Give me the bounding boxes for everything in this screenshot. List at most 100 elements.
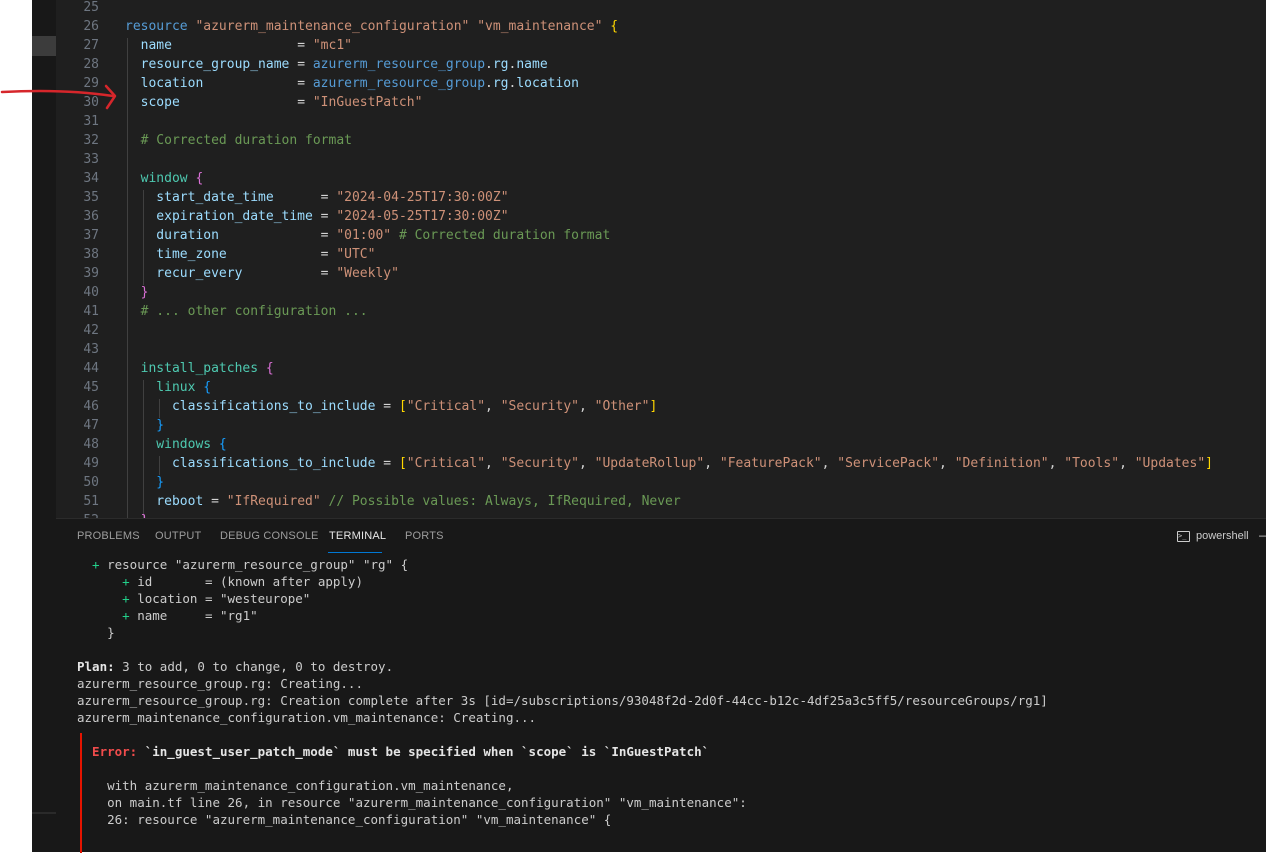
terminal-shell-name[interactable]: powershell bbox=[1196, 530, 1249, 542]
code-text: scope = "InGuestPatch" bbox=[125, 95, 423, 110]
terminal-line: azurerm_resource_group.rg: Creation comp… bbox=[77, 693, 1048, 708]
line-number: 41 bbox=[83, 304, 99, 319]
code-text: windows { bbox=[125, 437, 227, 452]
code-line[interactable]: 42 bbox=[56, 321, 1266, 340]
line-number: 42 bbox=[83, 323, 99, 338]
code-line[interactable]: 50 } bbox=[56, 473, 1266, 492]
terminal-line: azurerm_maintenance_configuration.vm_mai… bbox=[77, 710, 537, 725]
line-number: 52 bbox=[56, 511, 99, 518]
line-number: 44 bbox=[83, 361, 99, 376]
terminal-line: + name = "rg1" bbox=[77, 608, 258, 623]
terminal-line: 26: resource "azurerm_maintenance_config… bbox=[77, 812, 612, 827]
code-line[interactable]: 37 duration = "01:00" # Corrected durati… bbox=[56, 226, 1266, 245]
line-number: 43 bbox=[83, 342, 99, 357]
code-line[interactable]: 36 expiration_date_time = "2024-05-25T17… bbox=[56, 207, 1266, 226]
tab-problems[interactable]: PROBLEMS bbox=[77, 530, 140, 542]
code-text: name = "mc1" bbox=[125, 38, 352, 53]
terminal-line: + id = (known after apply) bbox=[77, 574, 363, 589]
terminal-line: azurerm_resource_group.rg: Creating... bbox=[77, 676, 363, 691]
activity-bar bbox=[32, 0, 56, 852]
code-text: location = azurerm_resource_group.rg.loc… bbox=[125, 76, 579, 91]
tab-terminal[interactable]: TERMINAL bbox=[329, 530, 386, 542]
code-text: window { bbox=[125, 171, 204, 186]
line-number: 36 bbox=[83, 209, 99, 224]
code-line[interactable]: 48 windows { bbox=[56, 435, 1266, 454]
activity-bar-divider bbox=[32, 812, 56, 814]
active-tab-indicator bbox=[328, 552, 382, 553]
terminal-line: Error: `in_guest_user_patch_mode` must b… bbox=[77, 744, 710, 759]
line-number: 25 bbox=[83, 0, 99, 15]
code-line[interactable]: 41 # ... other configuration ... bbox=[56, 302, 1266, 321]
code-line[interactable]: 45 linux { bbox=[56, 378, 1266, 397]
terminal-line: Plan: 3 to add, 0 to change, 0 to destro… bbox=[77, 659, 394, 674]
line-number: 46 bbox=[83, 399, 99, 414]
screenshot-margin bbox=[0, 0, 32, 852]
code-text: } bbox=[125, 285, 149, 300]
code-text: expiration_date_time = "2024-05-25T17:30… bbox=[125, 209, 509, 224]
error-indicator-bar bbox=[80, 733, 82, 853]
code-text: start_date_time = "2024-04-25T17:30:00Z" bbox=[125, 190, 509, 205]
terminal-icon[interactable]: >_ bbox=[1177, 531, 1190, 542]
code-text: classifications_to_include = ["Critical"… bbox=[125, 456, 1213, 471]
bottom-panel: PROBLEMS OUTPUT DEBUG CONSOLE TERMINAL P… bbox=[56, 518, 1266, 853]
line-number: 37 bbox=[83, 228, 99, 243]
tab-debug-console[interactable]: DEBUG CONSOLE bbox=[220, 530, 319, 542]
code-line[interactable]: 25 bbox=[56, 0, 1266, 17]
terminal-line: } bbox=[77, 625, 115, 640]
code-line[interactable]: 35 start_date_time = "2024-04-25T17:30:0… bbox=[56, 188, 1266, 207]
code-text: resource_group_name = azurerm_resource_g… bbox=[125, 57, 548, 72]
code-line[interactable]: 38 time_zone = "UTC" bbox=[56, 245, 1266, 264]
code-text: # Corrected duration format bbox=[125, 133, 352, 148]
code-text: install_patches { bbox=[125, 361, 274, 376]
code-line[interactable]: 26 resource "azurerm_maintenance_configur… bbox=[56, 17, 1266, 36]
code-text: } bbox=[125, 511, 149, 518]
code-line[interactable]: 39 recur_every = "Weekly" bbox=[56, 264, 1266, 283]
code-line[interactable]: 43 bbox=[56, 340, 1266, 359]
line-number: 49 bbox=[83, 456, 99, 471]
line-number: 47 bbox=[83, 418, 99, 433]
line-number: 28 bbox=[83, 57, 99, 72]
code-text: } bbox=[125, 418, 165, 433]
code-editor[interactable]: 25 26 resource "azurerm_maintenance_config… bbox=[56, 0, 1266, 518]
code-text: # ... other configuration ... bbox=[125, 304, 368, 319]
panel-tab-bar: PROBLEMS OUTPUT DEBUG CONSOLE TERMINAL P… bbox=[56, 519, 1266, 555]
code-line[interactable]: 30 scope = "InGuestPatch" bbox=[56, 93, 1266, 112]
code-line[interactable]: 44 install_patches { bbox=[56, 359, 1266, 378]
code-line[interactable]: 49 classifications_to_include = ["Critic… bbox=[56, 454, 1266, 473]
activity-bar-active-item[interactable] bbox=[32, 36, 56, 56]
code-line[interactable]: 34 window { bbox=[56, 169, 1266, 188]
terminal-line: + resource "azurerm_resource_group" "rg"… bbox=[77, 557, 409, 572]
line-number: 33 bbox=[83, 152, 99, 167]
line-number: 26 bbox=[83, 19, 99, 34]
tab-ports[interactable]: PORTS bbox=[405, 530, 444, 542]
code-text: resource "azurerm_maintenance_configurat… bbox=[125, 19, 619, 34]
code-line[interactable]: 31 bbox=[56, 112, 1266, 131]
code-line[interactable]: 28 resource_group_name = azurerm_resourc… bbox=[56, 55, 1266, 74]
code-text: reboot = "IfRequired" // Possible values… bbox=[125, 494, 681, 509]
code-text: recur_every = "Weekly" bbox=[125, 266, 399, 281]
code-line[interactable]: 33 bbox=[56, 150, 1266, 169]
code-text: linux { bbox=[125, 380, 212, 395]
panel-dash: — bbox=[1259, 528, 1266, 542]
tab-output[interactable]: OUTPUT bbox=[155, 530, 201, 542]
code-line[interactable]: 40 } bbox=[56, 283, 1266, 302]
terminal-line: with azurerm_maintenance_configuration.v… bbox=[77, 778, 514, 793]
code-line[interactable]: 29 location = azurerm_resource_group.rg.… bbox=[56, 74, 1266, 93]
annotation-arrow-icon bbox=[0, 84, 117, 110]
code-line[interactable]: 27 name = "mc1" bbox=[56, 36, 1266, 55]
terminal-line: on main.tf line 26, in resource "azurerm… bbox=[77, 795, 747, 810]
code-line[interactable]: 47 } bbox=[56, 416, 1266, 435]
line-number: 39 bbox=[83, 266, 99, 281]
code-line[interactable]: 51 reboot = "IfRequired" // Possible val… bbox=[56, 492, 1266, 511]
code-text: classifications_to_include = ["Critical"… bbox=[125, 399, 658, 414]
code-line[interactable]: 46 classifications_to_include = ["Critic… bbox=[56, 397, 1266, 416]
line-number: 45 bbox=[83, 380, 99, 395]
line-number: 51 bbox=[83, 494, 99, 509]
line-number: 38 bbox=[83, 247, 99, 262]
code-text: } bbox=[125, 475, 165, 490]
line-number: 35 bbox=[83, 190, 99, 205]
code-line[interactable]: 32 # Corrected duration format bbox=[56, 131, 1266, 150]
code-line[interactable]: 52 } bbox=[56, 511, 1266, 518]
terminal-line: + location = "westeurope" bbox=[77, 591, 311, 606]
line-number: 40 bbox=[83, 285, 99, 300]
